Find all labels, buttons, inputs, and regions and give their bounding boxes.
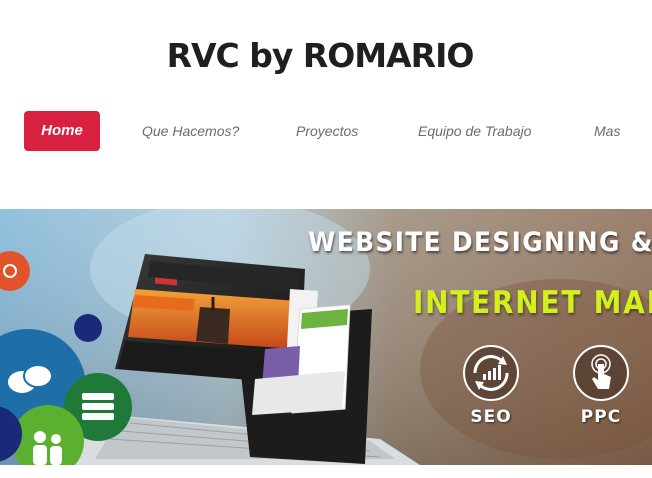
main-nav: Home Que Hacemos? Proyectos Equipo de Tr… — [24, 111, 652, 151]
ppc-label: PPC — [580, 407, 622, 427]
ppc-click-icon — [573, 345, 629, 401]
banner-heading-line1: WEBSITE DESIGNING & — [308, 227, 652, 258]
ppc-badge: PPC — [571, 345, 631, 427]
hero-banner[interactable]: WEBSITE DESIGNING & INTERNET MAR SEO PPC — [0, 209, 652, 465]
banner-heading-line2: INTERNET MAR — [413, 285, 652, 321]
nav-item-mas[interactable]: Mas — [594, 111, 620, 151]
seo-chart-icon — [463, 345, 519, 401]
nav-item-equipo-de-trabajo[interactable]: Equipo de Trabajo — [418, 111, 531, 151]
seo-label: SEO — [470, 407, 512, 427]
database-icon — [82, 393, 114, 420]
site-title[interactable]: RVC by ROMARIO — [0, 36, 640, 75]
nav-item-home[interactable]: Home — [24, 111, 100, 151]
nav-item-que-hacemos[interactable]: Que Hacemos? — [142, 111, 239, 151]
seo-badge: SEO — [461, 345, 521, 427]
nav-item-proyectos[interactable]: Proyectos — [296, 111, 358, 151]
